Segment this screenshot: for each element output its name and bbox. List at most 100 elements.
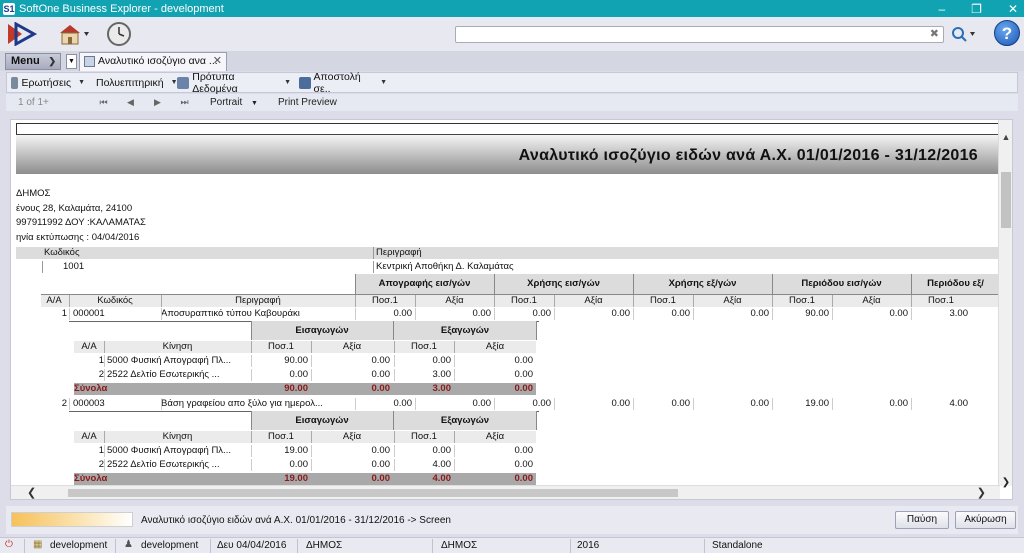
totals-value: 4.00: [432, 473, 452, 484]
portrait-button[interactable]: Portrait ▼: [210, 97, 258, 108]
move-value: 0.00: [432, 445, 452, 456]
warehouse-code-header: Κωδικός: [44, 247, 80, 258]
scroll-left-icon[interactable]: ❮: [27, 486, 36, 499]
home-icon[interactable]: [56, 22, 90, 46]
last-page-icon[interactable]: ⏭: [171, 97, 198, 108]
close-button[interactable]: ✕: [1008, 2, 1018, 16]
grid-line: [373, 247, 374, 259]
grid-line: [633, 274, 634, 294]
totals-value: 3.00: [432, 383, 452, 394]
clear-search-icon[interactable]: ✖: [930, 27, 939, 42]
warehouse-desc-header: Περιγραφή: [376, 247, 422, 258]
item-value: 0.00: [750, 398, 770, 409]
horizontal-scroll-thumb[interactable]: [68, 489, 678, 497]
move-value: 90.00: [284, 355, 308, 366]
grid-line: [69, 398, 70, 410]
help-icon[interactable]: ?: [994, 20, 1020, 46]
cancel-button[interactable]: Ακύρωση: [955, 511, 1016, 529]
column-header-val: Αξία: [862, 295, 881, 306]
first-page-icon[interactable]: ⏮: [90, 97, 117, 108]
column-header-qty: Ποσ.1: [372, 295, 398, 306]
column-header-qty: Ποσ.1: [511, 295, 537, 306]
sub-group-header: Εισαγωγών: [251, 411, 393, 430]
move-value: 0.00: [514, 459, 534, 470]
grid-line: [454, 445, 455, 457]
column-header-val: Αξία: [445, 295, 464, 306]
maximize-button[interactable]: ❐: [971, 2, 982, 16]
chevron-down-icon[interactable]: ▼: [78, 79, 85, 86]
pause-button[interactable]: Παύση: [895, 511, 949, 529]
toolbar-grid-button[interactable]: Πολυεπιτηρική ▼: [89, 73, 178, 92]
status-bar: ⏻ ▦ development ♟ development Δευ 04/04/…: [0, 537, 1024, 553]
toolbar-label: Πολυεπιτηρική: [96, 76, 164, 89]
grid-line: [104, 445, 105, 457]
minimize-button[interactable]: –: [938, 2, 945, 16]
grid-line: [693, 398, 694, 410]
tabs-dropdown-icon[interactable]: ▼: [66, 54, 77, 69]
status-branch-2: ΔΗΜΟΣ: [441, 540, 478, 551]
grid-line: [393, 321, 394, 340]
item-value: 4.00: [949, 398, 969, 409]
status-year: 2016: [577, 540, 600, 551]
move-value: 0.00: [371, 445, 391, 456]
toolbar-send-button[interactable]: Αποστολή σε.. ▼: [295, 71, 391, 95]
grid-line: [554, 398, 555, 410]
report-viewport[interactable]: Αναλυτικό ισοζύγιο ειδών ανά Α.Χ. 01/01/…: [10, 119, 1013, 500]
softone-logo-icon[interactable]: [6, 22, 38, 46]
toolbar-questions-button[interactable]: Ερωτήσεις ▼: [7, 73, 89, 92]
item-desc: Αποσυραπτικό τύπου Καβουράκι: [161, 308, 300, 319]
page-indicator: 1 of 1+: [18, 97, 49, 108]
move-value: 0.00: [432, 355, 452, 366]
item-value: 0.00: [532, 398, 552, 409]
chevron-down-icon[interactable]: ▼: [380, 79, 387, 86]
scroll-down-icon[interactable]: ❯: [999, 477, 1012, 488]
search-input[interactable]: ✖: [455, 26, 944, 43]
item-code: 000001: [73, 308, 105, 319]
toolbar-template-button[interactable]: Πρότυπα Δεδομένα ▼: [173, 71, 295, 95]
grid-line: [104, 369, 105, 381]
grid-line: [355, 274, 356, 294]
grid-line: [454, 369, 455, 381]
grid-line: [42, 261, 43, 273]
document-icon: [84, 56, 95, 67]
power-icon[interactable]: ⏻: [5, 539, 13, 550]
item-value: 0.00: [889, 308, 909, 319]
job-status-area: Αναλυτικό ισοζύγιο ειδών ανά Α.Χ. 01/01/…: [6, 506, 1018, 534]
horizontal-scrollbar[interactable]: ❮ ❯: [11, 485, 1000, 499]
next-page-icon[interactable]: ▶: [144, 97, 171, 108]
grid-line: [554, 308, 555, 320]
item-value: 0.00: [472, 398, 492, 409]
main-toolbar: ✖ ?: [0, 17, 1024, 51]
item-aa: 1: [61, 308, 67, 319]
sub-header-move: Κίνηση: [162, 431, 193, 442]
search-options-icon[interactable]: [950, 25, 976, 43]
grid-line: [251, 431, 252, 443]
scroll-right-icon[interactable]: ❯: [977, 486, 986, 499]
clock-icon[interactable]: [106, 21, 132, 47]
menu-button[interactable]: Menu ❯: [5, 53, 61, 70]
tab-label: Αναλυτικό ισοζύγιο ανα ...: [98, 55, 218, 67]
company-info-line: 997911992 ΔΟΥ :ΚΑΛΑΜΑΤΑΣ: [16, 217, 146, 228]
grid-line: [772, 295, 773, 307]
grid-line: [311, 341, 312, 353]
totals-value: 0.00: [371, 383, 391, 394]
print-preview-button[interactable]: Print Preview: [278, 97, 337, 108]
chevron-down-icon[interactable]: ▼: [284, 79, 291, 86]
sub-header-val: Αξία: [485, 431, 505, 442]
warehouse-desc: Κεντρική Αποθήκη Δ. Καλαμάτας: [376, 261, 514, 272]
tab-report[interactable]: Αναλυτικό ισοζύγιο ανα ... ✕: [79, 52, 227, 71]
grid-line: [494, 274, 495, 294]
prev-page-icon[interactable]: ◀: [117, 97, 144, 108]
move-value: 0.00: [289, 459, 309, 470]
vertical-scroll-thumb[interactable]: [1001, 172, 1011, 228]
grid-line: [373, 261, 374, 273]
status-mode: Standalone: [712, 540, 763, 551]
tab-close-icon[interactable]: ✕: [213, 53, 222, 70]
scroll-up-icon[interactable]: ▲: [999, 132, 1012, 142]
progress-bar: [11, 512, 133, 527]
grid-line: [494, 398, 495, 410]
item-value: 0.00: [472, 308, 492, 319]
grid-line: [394, 431, 395, 443]
item-value: 0.00: [393, 398, 413, 409]
vertical-scrollbar[interactable]: ▲ ❯: [998, 120, 1012, 488]
